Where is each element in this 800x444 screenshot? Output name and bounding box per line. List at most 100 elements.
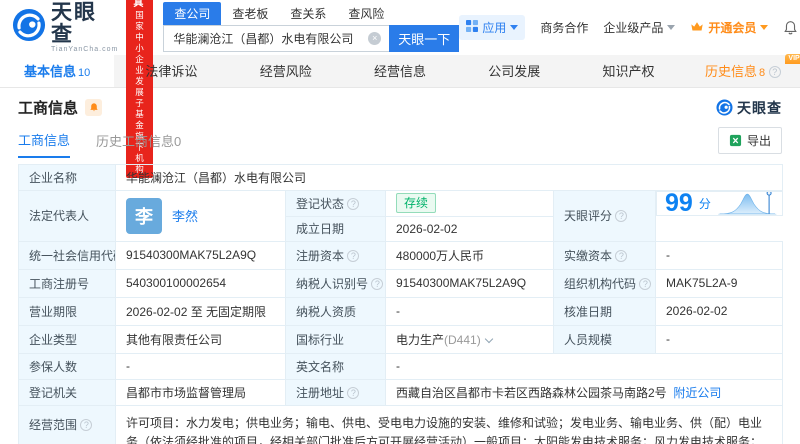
business-term-label: 营业期限 bbox=[18, 296, 116, 326]
tab-history-info[interactable]: 历史信息8 VIP bbox=[686, 54, 800, 87]
notifications-bell[interactable] bbox=[783, 20, 798, 35]
search-area: 查公司 查老板 查关系 查风险 天眼一下 bbox=[163, 1, 460, 52]
logo-subtitle: TianYanCha.com bbox=[51, 46, 119, 53]
score-unit: 分 bbox=[698, 197, 711, 211]
legal-rep-avatar[interactable]: 李 bbox=[126, 197, 162, 234]
address-value: 西藏自治区昌都市卡若区西路森林公园茶马南路2号 附近公司 bbox=[385, 378, 783, 406]
promo-banner-line1: 都在用的商业查询工具 bbox=[133, 0, 147, 9]
help-icon[interactable] bbox=[371, 277, 384, 290]
authority-label: 登记机关 bbox=[18, 378, 116, 406]
help-icon[interactable] bbox=[639, 277, 652, 290]
english-name-label: 英文名称 bbox=[285, 352, 386, 380]
section-title: 工商信息 bbox=[18, 100, 79, 117]
search-input[interactable] bbox=[163, 24, 390, 52]
search-tab-company[interactable]: 查公司 bbox=[163, 1, 222, 25]
taxpayer-id-value: 91540300MAK75L2A9Q bbox=[385, 268, 554, 298]
staff-size-label: 人员规模 bbox=[553, 324, 656, 354]
score-distribution-chart bbox=[718, 192, 777, 215]
tab-basic-info[interactable]: 基本信息 10 bbox=[0, 55, 115, 87]
reg-number-label: 工商注册号 bbox=[18, 268, 116, 298]
chevron-down-icon bbox=[484, 334, 493, 343]
taxpayer-id-label: 纳税人识别号 bbox=[285, 268, 386, 298]
taxpayer-quality-value: - bbox=[385, 296, 554, 326]
apps-menu[interactable]: 应用 bbox=[459, 15, 526, 40]
enterprise-products-menu[interactable]: 企业级产品 bbox=[603, 19, 676, 36]
credit-code-value: 91540300MAK75L2A9Q bbox=[115, 240, 286, 270]
status-badge: 存续 bbox=[396, 193, 437, 214]
search-tab-risk[interactable]: 查风险 bbox=[337, 2, 395, 25]
industry-label: 国标行业 bbox=[285, 324, 386, 354]
help-icon[interactable] bbox=[768, 66, 781, 78]
chevron-down-icon bbox=[510, 25, 519, 30]
company-type-value: 其他有限责任公司 bbox=[115, 324, 286, 354]
chevron-down-icon bbox=[667, 25, 676, 30]
tab-history-count: 8 bbox=[758, 67, 766, 79]
header-nav: 应用 商务合作 企业级产品 开通会员 费米 bbox=[459, 15, 800, 40]
paid-capital-label: 实缴资本 bbox=[553, 240, 656, 270]
company-name-label: 企业名称 bbox=[18, 164, 116, 191]
industry-value[interactable]: 电力生产(D441) bbox=[385, 324, 554, 354]
business-cooperation-link[interactable]: 商务合作 bbox=[540, 19, 588, 36]
vip-badge: VIP bbox=[785, 54, 800, 64]
scope-label: 经营范围 bbox=[18, 404, 116, 444]
vip-upgrade-label: 开通会员 bbox=[708, 21, 757, 35]
paid-capital-value: - bbox=[655, 240, 783, 270]
subtab-business-info[interactable]: 工商信息 bbox=[18, 130, 71, 158]
enterprise-products-label: 企业级产品 bbox=[603, 21, 664, 35]
approval-date-label: 核准日期 bbox=[553, 296, 656, 326]
logo-title: 天眼查 bbox=[51, 1, 97, 46]
help-icon[interactable] bbox=[615, 210, 628, 223]
tab-legal-proceedings[interactable]: 法律诉讼 bbox=[114, 55, 228, 87]
tianyancha-logo[interactable]: 天眼查 TianYanCha.com bbox=[12, 2, 118, 53]
score-cell[interactable]: 99 分 bbox=[656, 191, 783, 216]
business-info-section: 工商信息 天眼查 工商信息 历史工商信息0 导出 企业名称 华能澜沧江（昌都）水… bbox=[0, 88, 800, 444]
tab-intellectual-property[interactable]: 知识产权 bbox=[571, 55, 685, 87]
company-name-value: 华能澜沧江（昌都）水电有限公司 bbox=[115, 164, 783, 191]
help-icon[interactable] bbox=[347, 386, 360, 399]
bell-icon bbox=[784, 21, 798, 35]
score-value: 99 bbox=[665, 191, 693, 216]
address-label: 注册地址 bbox=[285, 378, 386, 406]
reg-status-value: 存续 bbox=[385, 190, 554, 217]
nearby-companies-link[interactable]: 附近公司 bbox=[673, 386, 721, 400]
tab-basic-info-count: 10 bbox=[78, 67, 91, 79]
search-tab-boss[interactable]: 查老板 bbox=[221, 2, 279, 25]
tab-company-development[interactable]: 公司发展 bbox=[457, 55, 571, 87]
help-icon[interactable] bbox=[347, 249, 360, 262]
apps-label: 应用 bbox=[482, 21, 507, 35]
tab-business-info[interactable]: 经营信息 bbox=[343, 55, 457, 87]
business-term-value: 2026-02-02 至 无固定期限 bbox=[115, 296, 286, 326]
org-code-label: 组织机构代码 bbox=[553, 268, 656, 298]
help-icon[interactable] bbox=[80, 418, 93, 431]
excel-icon bbox=[729, 134, 742, 147]
announcement-bell-icon[interactable] bbox=[85, 99, 103, 116]
insured-value: - bbox=[115, 352, 286, 380]
clear-search-icon[interactable] bbox=[368, 31, 382, 45]
est-date-label: 成立日期 bbox=[285, 215, 386, 242]
subtab-history-business-info[interactable]: 历史工商信息0 bbox=[96, 131, 181, 157]
top-header: 天眼查 TianYanCha.com 都在用的商业查询工具 国家中小企业发展子基… bbox=[0, 0, 800, 178]
search-tabs: 查公司 查老板 查关系 查风险 bbox=[163, 1, 459, 25]
business-info-table: 企业名称 华能澜沧江（昌都）水电有限公司 法定代表人 李 李然 登记状态 存续 … bbox=[18, 164, 783, 444]
search-tab-relation[interactable]: 查关系 bbox=[279, 2, 337, 25]
tianyancha-watermark-logo: 天眼查 bbox=[716, 98, 782, 118]
insured-label: 参保人数 bbox=[18, 352, 116, 380]
reg-capital-value: 480000万人民币 bbox=[385, 240, 554, 270]
export-button[interactable]: 导出 bbox=[717, 127, 782, 154]
org-code-value: MAK75L2A-9 bbox=[655, 268, 783, 298]
tianyancha-company-page: 天眼查 TianYanCha.com 都在用的商业查询工具 国家中小企业发展子基… bbox=[0, 0, 800, 444]
tianyancha-logo-icon bbox=[12, 8, 46, 47]
score-label: 天眼评分 bbox=[553, 190, 656, 242]
tianyancha-logo-icon bbox=[716, 99, 733, 116]
help-icon[interactable] bbox=[615, 249, 628, 262]
tab-operating-risk[interactable]: 经营风险 bbox=[229, 55, 343, 87]
reg-capital-label: 注册资本 bbox=[285, 240, 386, 270]
approval-date-value: 2026-02-02 bbox=[655, 296, 783, 326]
vip-upgrade-menu[interactable]: 开通会员 bbox=[690, 19, 769, 36]
reg-number-value: 540300100002654 bbox=[115, 268, 286, 298]
chevron-down-icon bbox=[760, 25, 769, 30]
company-type-label: 企业类型 bbox=[18, 324, 116, 354]
help-icon[interactable] bbox=[347, 197, 360, 210]
search-button[interactable]: 天眼一下 bbox=[389, 24, 460, 52]
legal-rep-name-link[interactable]: 李然 bbox=[172, 206, 198, 225]
